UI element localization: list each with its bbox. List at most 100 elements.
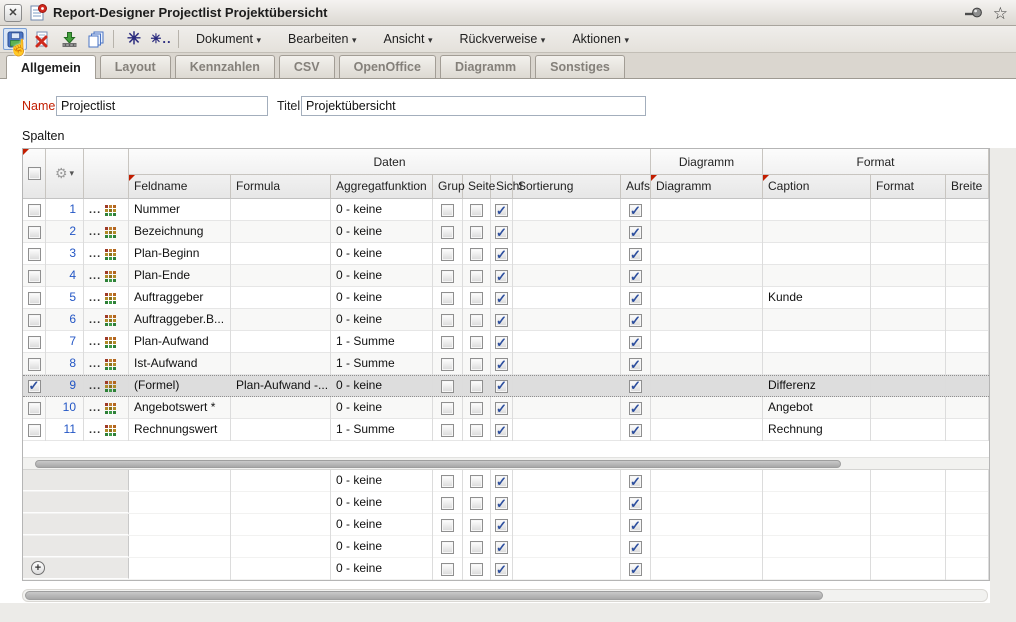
cell-aufs[interactable] (621, 287, 651, 309)
cell-grup[interactable] (433, 558, 463, 580)
cell-format[interactable] (871, 419, 946, 441)
cell-diagramm[interactable] (651, 419, 763, 441)
cell-sortierung[interactable] (513, 331, 621, 353)
cell-breite[interactable] (946, 353, 989, 375)
cell-diagramm[interactable] (651, 558, 763, 580)
cell-breite[interactable] (946, 221, 989, 243)
seite-checkbox[interactable] (470, 269, 483, 283)
col-header-formula[interactable]: Formula (231, 175, 331, 198)
cell-grup[interactable] (433, 243, 463, 265)
sicht-checkbox[interactable] (495, 311, 508, 331)
cell-aggregat[interactable]: 1 - Summe (331, 353, 433, 375)
cell-grup[interactable] (433, 265, 463, 287)
cell-format[interactable] (871, 492, 946, 514)
grup-checkbox[interactable] (441, 291, 454, 305)
cell-diagramm[interactable] (651, 331, 763, 353)
cell-format[interactable] (871, 558, 946, 580)
cell-format[interactable] (871, 243, 946, 265)
cell-breite[interactable] (946, 397, 989, 419)
aufs-checkbox[interactable] (629, 333, 642, 353)
cell-feldname[interactable]: Angebotswert * (129, 397, 231, 419)
grup-checkbox[interactable] (441, 203, 454, 217)
cell-seite[interactable] (463, 376, 491, 396)
col-header-aufs[interactable]: Aufs (621, 175, 651, 198)
cell-diagramm[interactable] (651, 199, 763, 221)
cell-grup[interactable] (433, 221, 463, 243)
cell-feldname[interactable]: (Formel) (129, 376, 231, 396)
row-menu-button[interactable]: ... (89, 425, 101, 436)
cell-aufs[interactable] (621, 199, 651, 221)
cell-caption[interactable] (763, 353, 871, 375)
field-grid-icon[interactable] (105, 226, 117, 238)
grup-checkbox[interactable] (441, 518, 454, 532)
new-row[interactable]: + 0 - keine (23, 514, 989, 536)
cell-aggregat[interactable]: 1 - Summe (331, 331, 433, 353)
cell-breite[interactable] (946, 514, 989, 536)
cell-aggregat[interactable]: 0 - keine (331, 265, 433, 287)
pin-icon[interactable] (963, 6, 985, 20)
seite-checkbox[interactable] (470, 423, 483, 437)
menu-bearbeiten[interactable]: Bearbeiten ▾ (288, 32, 356, 46)
scrollbar-thumb[interactable] (25, 591, 823, 600)
aufs-checkbox[interactable] (629, 223, 642, 243)
table-row[interactable]: 8 ... Ist-Aufwand 1 - Summe (23, 353, 989, 375)
row-menu-button[interactable]: ... (89, 227, 101, 238)
cell-breite[interactable] (946, 331, 989, 353)
tab-layout[interactable]: Layout (99, 55, 171, 78)
aufs-checkbox[interactable] (629, 311, 642, 331)
cell-sicht[interactable] (491, 309, 513, 331)
aufs-checkbox[interactable] (629, 421, 642, 441)
seite-checkbox[interactable] (470, 518, 483, 532)
row-actions-cell[interactable]: ... (84, 243, 129, 265)
cell-caption[interactable] (763, 265, 871, 287)
table-row[interactable]: 3 ... Plan-Beginn 0 - keine (23, 243, 989, 265)
field-grid-icon[interactable] (105, 336, 117, 348)
row-checkbox[interactable] (27, 401, 41, 415)
cell-aggregat[interactable]: 0 - keine (331, 221, 433, 243)
cell-seite[interactable] (463, 309, 491, 331)
cell-grup[interactable] (433, 419, 463, 441)
cell-formula[interactable] (231, 309, 331, 331)
cell-seite[interactable] (463, 243, 491, 265)
seite-checkbox[interactable] (470, 225, 483, 239)
field-grid-icon[interactable] (105, 314, 117, 326)
cell-breite[interactable] (946, 287, 989, 309)
tab-csv[interactable]: CSV (278, 55, 335, 78)
row-select-cell[interactable] (23, 243, 46, 265)
aufs-checkbox[interactable] (629, 245, 642, 265)
gear-header-cell[interactable]: ⚙ ▾ (46, 149, 84, 198)
cell-breite[interactable] (946, 470, 989, 492)
cell-caption[interactable] (763, 514, 871, 536)
seite-checkbox[interactable] (470, 335, 483, 349)
grup-checkbox[interactable] (441, 540, 454, 554)
cell-diagramm[interactable] (651, 536, 763, 558)
favorite-star-icon[interactable]: ☆ (993, 5, 1008, 22)
table-row[interactable]: 1 ... Nummer 0 - keine (23, 199, 989, 221)
cell-aufs[interactable] (621, 221, 651, 243)
field-grid-icon[interactable] (105, 424, 117, 436)
aufs-checkbox[interactable] (629, 472, 642, 492)
seite-checkbox[interactable] (470, 562, 483, 576)
cell-caption[interactable]: Kunde (763, 287, 871, 309)
row-menu-button[interactable]: ... (89, 403, 101, 414)
cell-sortierung[interactable] (513, 470, 621, 492)
tab-openoffice[interactable]: OpenOffice (338, 55, 436, 78)
cell-sortierung[interactable] (513, 376, 621, 396)
gear-icon[interactable]: ⚙ (55, 165, 68, 182)
cell-aufs[interactable] (621, 536, 651, 558)
cell-caption[interactable] (763, 199, 871, 221)
row-actions-cell[interactable]: ... (84, 221, 129, 243)
scrollbar-thumb[interactable] (35, 460, 841, 468)
col-header-format[interactable]: Format (871, 175, 946, 198)
menu-aktionen[interactable]: Aktionen ▾ (572, 32, 629, 46)
row-checkbox[interactable] (27, 335, 41, 349)
row-menu-button[interactable]: ... (89, 271, 101, 282)
cell-aufs[interactable] (621, 243, 651, 265)
row-actions-cell[interactable]: ... (84, 376, 129, 396)
cell-format[interactable] (871, 287, 946, 309)
tab-diagramm[interactable]: Diagramm (439, 55, 532, 78)
cell-caption[interactable]: Differenz (763, 376, 871, 396)
cell-breite[interactable] (946, 376, 989, 396)
cell-aggregat[interactable]: 0 - keine (331, 376, 433, 396)
add-row-button[interactable]: + (31, 561, 45, 575)
